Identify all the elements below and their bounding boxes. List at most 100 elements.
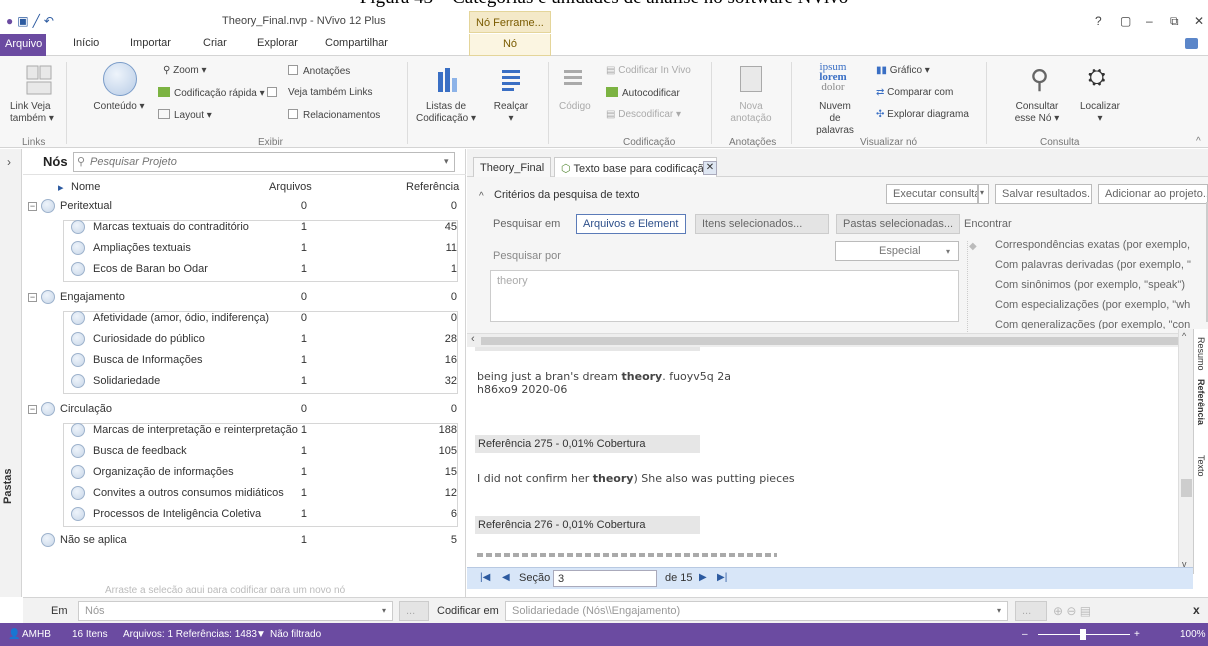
- node-group-row[interactable]: − Engajamento 0 0: [23, 287, 466, 308]
- column-refs[interactable]: Referência: [406, 181, 459, 193]
- code-in-vivo-button[interactable]: ▤ Codificar In Vivo: [606, 65, 691, 77]
- tab-importar[interactable]: Importar: [130, 37, 171, 49]
- run-query-dropdown[interactable]: ▾: [978, 184, 989, 204]
- autocode-button[interactable]: Autocodificar: [606, 87, 680, 100]
- node-row[interactable]: Não se aplica 1 5: [23, 530, 466, 551]
- node-row[interactable]: Solidariedade 1 32: [23, 371, 466, 392]
- close-bar-icon[interactable]: x: [1193, 603, 1200, 617]
- close-button[interactable]: ✕: [1194, 14, 1204, 28]
- annotations-checkbox[interactable]: Anotações: [288, 65, 350, 78]
- node-row[interactable]: Processos de Inteligência Coletiva 1 6: [23, 504, 466, 525]
- tab-compartilhar[interactable]: Compartilhar: [325, 37, 388, 49]
- files-elements-button[interactable]: Arquivos e Element: [576, 214, 686, 234]
- zoom-button[interactable]: ⚲ Zoom ▾: [163, 65, 206, 77]
- tab-inicio[interactable]: Início: [73, 37, 99, 49]
- results-vscroll[interactable]: ^ v: [1178, 329, 1193, 574]
- section-input[interactable]: 3: [553, 570, 657, 587]
- browse-code-at-button[interactable]: ...: [1015, 601, 1047, 621]
- browse-in-button[interactable]: ...: [399, 601, 429, 621]
- ribbon-display-button[interactable]: ▢: [1120, 14, 1131, 28]
- see-also-links-checkbox[interactable]: Veja também Links: [288, 87, 373, 99]
- zoom-slider-thumb[interactable]: [1080, 629, 1086, 640]
- node-row[interactable]: Curiosidade do público 1 28: [23, 329, 466, 350]
- search-query-box[interactable]: theory: [490, 270, 959, 322]
- layout-button[interactable]: Layout ▾: [158, 109, 212, 122]
- node-row[interactable]: Ecos de Baran bo Odar 1 1: [23, 259, 466, 280]
- scroll-up-icon[interactable]: ^: [1182, 331, 1186, 341]
- reference-heading[interactable]: Referência 275 - 0,01% Cobertura: [475, 435, 700, 453]
- option-synonyms[interactable]: Com sinônimos (por exemplo, "speak"): [995, 279, 1185, 291]
- uncode-button[interactable]: ▤ Descodificar ▾: [606, 109, 681, 121]
- selected-folders-button[interactable]: Pastas selecionadas...: [836, 214, 960, 234]
- scroll-left-icon[interactable]: ‹: [471, 333, 475, 345]
- prev-page-icon[interactable]: ◀: [502, 572, 510, 583]
- collapse-toggle-icon[interactable]: −: [28, 293, 37, 302]
- node-group-row[interactable]: − Circulação 0 0: [23, 399, 466, 420]
- results-vscroll-thumb[interactable]: [1181, 479, 1192, 497]
- tab-resumo[interactable]: Resumo: [1196, 337, 1206, 371]
- criteria-hscroll[interactable]: ‹ ›: [467, 333, 1208, 347]
- close-tab-icon[interactable]: ✕: [703, 161, 717, 175]
- match-slider-icon[interactable]: ◆: [969, 241, 991, 252]
- code-button[interactable]: Código: [559, 101, 591, 113]
- link-see-also-button[interactable]: Link Veja também ▾: [10, 101, 60, 125]
- tab-no[interactable]: Nó: [469, 34, 551, 56]
- node-row[interactable]: Convites a outros consumos midiáticos 1 12: [23, 483, 466, 504]
- quick-coding-button[interactable]: Codificação rápida ▾: [158, 87, 282, 100]
- node-row[interactable]: Busca de Informações 1 16: [23, 350, 466, 371]
- column-name[interactable]: Nome: [71, 181, 100, 193]
- column-files[interactable]: Arquivos: [269, 181, 312, 193]
- explore-diagram-button[interactable]: ✣ Explorar diagrama: [876, 109, 969, 121]
- in-dropdown[interactable]: Nós ▾: [78, 601, 393, 621]
- content-button[interactable]: Conteúdo ▾: [93, 101, 145, 113]
- selected-items-button[interactable]: Itens selecionados...: [695, 214, 829, 234]
- zoom-out-icon[interactable]: –: [1022, 629, 1028, 640]
- tab-referencia[interactable]: Referência: [1196, 379, 1206, 425]
- tab-arquivo[interactable]: Arquivo: [0, 34, 46, 56]
- zoom-in-icon[interactable]: +: [1134, 629, 1140, 640]
- option-specializations[interactable]: Com especializações (por exemplo, "wh: [995, 299, 1190, 311]
- chevron-down-icon[interactable]: ▾: [444, 156, 449, 167]
- option-exact[interactable]: Correspondências exatas (por exemplo,: [995, 239, 1190, 251]
- special-dropdown[interactable]: Especial ▾: [835, 241, 959, 261]
- criteria-hscroll-thumb[interactable]: [481, 337, 1181, 345]
- query-node-button[interactable]: Consultar esse Nó ▾: [1012, 101, 1062, 125]
- code-at-dropdown[interactable]: Solidariedade (Nós\\Engajamento) ▾: [505, 601, 1008, 621]
- collapse-toggle-icon[interactable]: −: [28, 405, 37, 414]
- option-stemmed[interactable]: Com palavras derivadas (por exemplo, ": [995, 259, 1191, 271]
- project-search[interactable]: ⚲ ▾: [73, 152, 455, 172]
- tab-theory-final[interactable]: Theory_Final: [473, 157, 552, 177]
- run-query-button[interactable]: Executar consulta: [886, 184, 978, 204]
- feedback-icon[interactable]: [1185, 38, 1198, 49]
- code-icon[interactable]: ⊕ ⊖ ▤: [1053, 604, 1091, 618]
- help-button[interactable]: ?: [1095, 14, 1102, 28]
- node-row[interactable]: Marcas de interpretação e reinterpretaçã…: [23, 420, 466, 441]
- save-results-button[interactable]: Salvar resultados...: [995, 184, 1092, 204]
- new-annotation-button[interactable]: Nova anotação: [726, 101, 776, 125]
- relationships-checkbox[interactable]: Relacionamentos: [288, 109, 380, 122]
- first-page-icon[interactable]: |◀: [480, 572, 490, 583]
- node-row[interactable]: Ampliações textuais 1 11: [23, 238, 466, 259]
- undo-icon[interactable]: ↶: [44, 14, 58, 28]
- node-row[interactable]: Afetividade (amor, ódio, indiferença) 0 0: [23, 308, 466, 329]
- node-group-row[interactable]: − Peritextual 0 0: [23, 196, 466, 217]
- next-page-icon[interactable]: ▶: [699, 572, 707, 583]
- collapse-toggle-icon[interactable]: −: [28, 202, 37, 211]
- maximize-button[interactable]: ⧉: [1170, 14, 1179, 29]
- compare-with-button[interactable]: ⇄ Comparar com: [876, 87, 953, 99]
- node-row[interactable]: Marcas textuais do contraditório 1 45: [23, 217, 466, 238]
- coding-lists-button[interactable]: Listas de Codificação ▾: [414, 101, 478, 125]
- collapse-criteria-icon[interactable]: ^: [479, 191, 484, 202]
- last-page-icon[interactable]: ▶|: [717, 572, 727, 583]
- add-to-project-button[interactable]: Adicionar ao projeto...: [1098, 184, 1208, 204]
- project-search-input[interactable]: [90, 154, 420, 170]
- node-row[interactable]: Organização de informações 1 15: [23, 462, 466, 483]
- context-tab-node-tools[interactable]: Nó Ferrame...: [469, 11, 551, 33]
- find-button[interactable]: Localizar ▾: [1078, 101, 1122, 125]
- node-row[interactable]: Busca de feedback 1 105: [23, 441, 466, 462]
- minimize-button[interactable]: –: [1146, 14, 1153, 28]
- word-cloud-button[interactable]: Nuvem de palavras: [814, 101, 856, 137]
- folders-tab[interactable]: Pastas: [2, 444, 14, 504]
- tab-texto[interactable]: Texto: [1196, 455, 1206, 477]
- edit-icon[interactable]: ╱: [33, 14, 44, 28]
